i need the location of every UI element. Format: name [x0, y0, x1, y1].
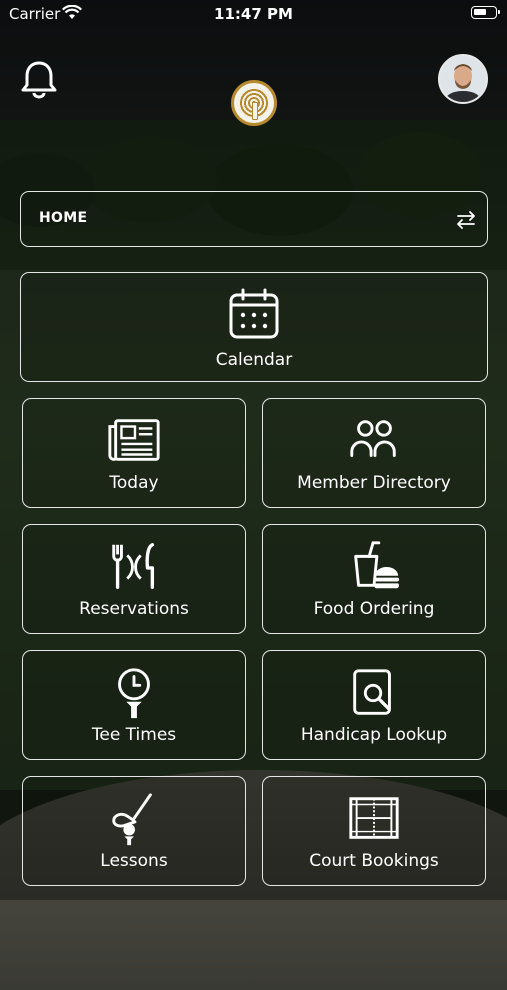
golf-club-icon	[112, 793, 152, 846]
tile-label: Calendar	[215, 350, 293, 370]
food-ordering-tile[interactable]: Food Ordering	[262, 524, 486, 634]
tee-times-tile[interactable]: Tee Times	[22, 650, 246, 760]
tennis-court-icon	[349, 797, 399, 839]
tile-label: Tee Times	[91, 725, 177, 745]
tile-label: Court Bookings	[309, 851, 439, 871]
tile-label: Reservations	[79, 599, 189, 619]
club-logo	[231, 80, 277, 126]
bell-icon[interactable]	[18, 58, 60, 100]
people-icon	[350, 420, 396, 457]
avatar[interactable]	[438, 54, 488, 104]
calendar-icon	[229, 288, 279, 339]
battery-icon	[471, 6, 500, 19]
reservations-tile[interactable]: Reservations	[22, 524, 246, 634]
location-selector[interactable]: HOME	[20, 191, 488, 247]
member-directory-tile[interactable]: Member Directory	[262, 398, 486, 508]
drink-burger-icon	[354, 541, 400, 589]
tile-label: Food Ordering	[313, 599, 435, 619]
lessons-tile[interactable]: Lessons	[22, 776, 246, 886]
newspaper-icon	[108, 419, 160, 461]
court-bookings-tile[interactable]: Court Bookings	[262, 776, 486, 886]
swap-arrows-icon	[457, 211, 475, 229]
today-tile[interactable]: Today	[22, 398, 246, 508]
clock: 11:47 PM	[214, 5, 293, 23]
tile-label: Today	[109, 473, 159, 493]
tile-label: Member Directory	[297, 473, 451, 493]
dining-icon	[112, 543, 155, 589]
status-bar: Carrier 11:47 PM	[0, 0, 507, 28]
tile-label: Lessons	[100, 851, 168, 871]
location-label: HOME	[39, 210, 88, 226]
calendar-tile[interactable]: Calendar	[20, 272, 488, 382]
tile-label: Handicap Lookup	[300, 725, 448, 745]
search-document-icon	[353, 669, 391, 715]
handicap-lookup-tile[interactable]: Handicap Lookup	[262, 650, 486, 760]
tee-clock-icon	[118, 668, 150, 719]
